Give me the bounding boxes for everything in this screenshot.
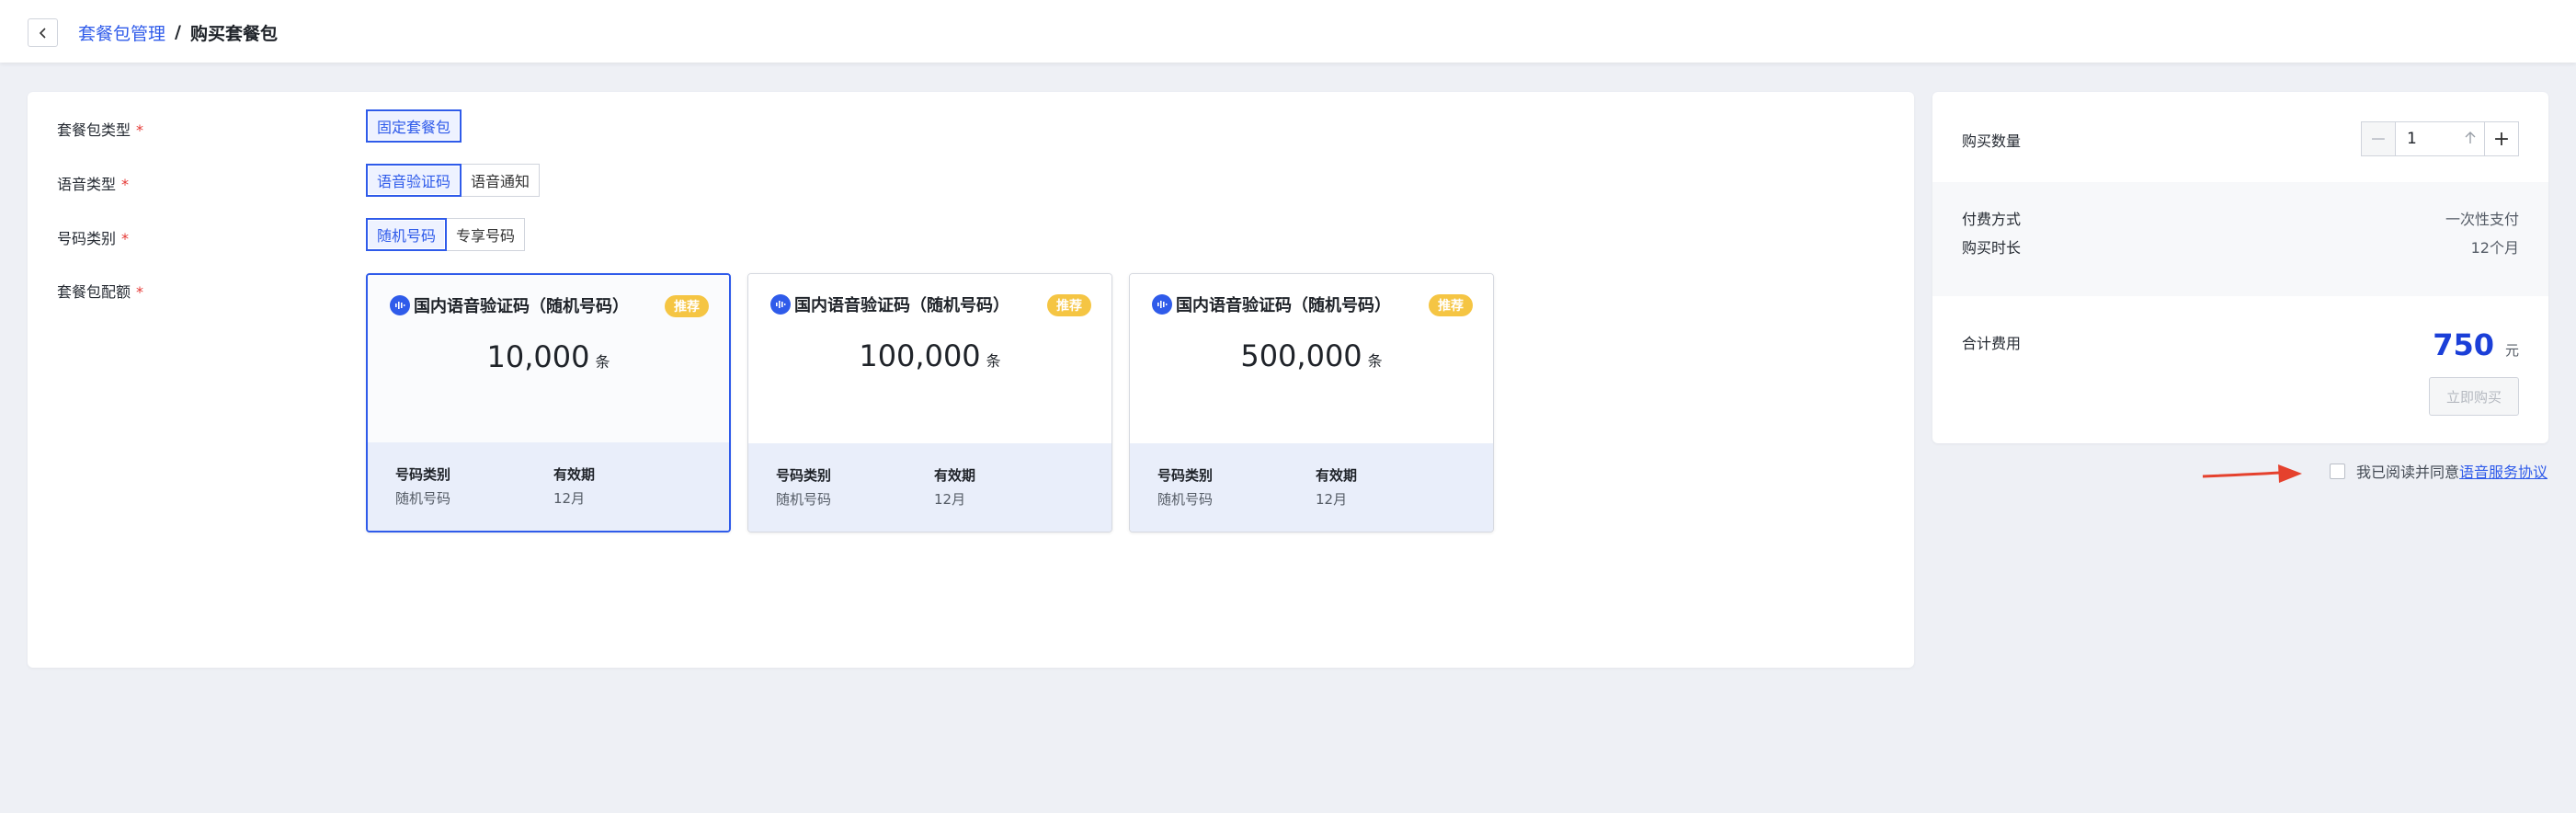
breadcrumb-separator: / xyxy=(175,22,181,42)
card-amount-unit: 条 xyxy=(595,353,610,371)
card-amount: 10,000 条 xyxy=(368,339,729,374)
card-title: 国内语音验证码（随机号码） xyxy=(390,293,629,317)
meta-validity-key: 有效期 xyxy=(934,467,976,484)
buy-now-button[interactable]: 立即购买 xyxy=(2429,377,2519,416)
back-button[interactable] xyxy=(28,18,58,47)
card-amount-value: 10,000 xyxy=(486,339,590,374)
meta-validity-value: 12月 xyxy=(1316,491,1348,508)
page-header: 套餐包管理 / 购买套餐包 xyxy=(0,0,2576,63)
agreement-text: 我已阅读并同意 xyxy=(2356,464,2460,481)
breadcrumb-current: 购买套餐包 xyxy=(189,23,278,44)
option-random-number[interactable]: 随机号码 xyxy=(366,218,448,251)
option-voice-code[interactable]: 语音验证码 xyxy=(366,164,462,197)
card-amount-value: 100,000 xyxy=(859,338,981,373)
card-amount: 100,000 条 xyxy=(748,338,1111,373)
duration-value: 12个月 xyxy=(2470,239,2519,257)
payment-method-label: 付费方式 xyxy=(1962,211,2022,228)
package-type-label: 套餐包类型 * xyxy=(57,118,143,140)
card-title: 国内语音验证码（随机号码） xyxy=(770,292,1009,316)
meta-number-type-key: 号码类别 xyxy=(1157,467,1214,484)
option-voice-notice[interactable]: 语音通知 xyxy=(462,164,541,197)
quantity-label: 购买数量 xyxy=(1962,132,2022,150)
required-mark: * xyxy=(121,230,130,247)
voice-wave-icon xyxy=(770,294,791,315)
quota-label-text: 套餐包配额 xyxy=(57,283,131,301)
card-amount-unit: 条 xyxy=(1367,352,1383,370)
chevron-left-icon xyxy=(39,27,46,39)
meta-number-type-key: 号码类别 xyxy=(395,466,451,483)
total-amount: 750 xyxy=(2433,327,2494,362)
agreement-checkbox[interactable] xyxy=(2330,463,2345,479)
duration-label: 购买时长 xyxy=(1962,239,2022,257)
meta-validity-key: 有效期 xyxy=(553,466,596,483)
quantity-minus-button[interactable]: − xyxy=(2361,121,2396,156)
card-meta: 号码类别 随机号码 有效期 12月 xyxy=(368,442,729,531)
voice-wave-icon xyxy=(1152,294,1172,315)
required-mark: * xyxy=(136,283,144,301)
meta-number-type-value: 随机号码 xyxy=(776,491,832,508)
package-card-2[interactable]: 国内语音验证码（随机号码） 推荐 100,000 条 号码类别 随机号码 有效期 … xyxy=(747,273,1112,532)
card-title-text: 国内语音验证码（随机号码） xyxy=(414,297,629,316)
package-card-3[interactable]: 国内语音验证码（随机号码） 推荐 500,000 条 号码类别 随机号码 有效期 … xyxy=(1129,273,1494,532)
card-title: 国内语音验证码（随机号码） xyxy=(1152,292,1391,316)
meta-validity-value: 12月 xyxy=(553,490,586,507)
service-agreement-link[interactable]: 语音服务协议 xyxy=(2459,460,2548,482)
voice-type-label-text: 语音类型 xyxy=(57,176,117,193)
meta-validity-value: 12月 xyxy=(934,491,966,508)
order-details: 付费方式 一次性支付 购买时长 12个月 xyxy=(1932,182,2548,296)
meta-validity-key: 有效期 xyxy=(1316,467,1358,484)
purchase-form-panel: 套餐包类型 * 固定套餐包 语音类型 * 语音验证码 语音通知 号码类别 * 随机号码… xyxy=(28,92,1914,668)
total-unit: 元 xyxy=(2504,342,2519,359)
number-type-label-text: 号码类别 xyxy=(57,230,117,247)
required-mark: * xyxy=(136,121,144,139)
recommend-badge: 推荐 xyxy=(665,295,709,317)
card-title-text: 国内语音验证码（随机号码） xyxy=(794,296,1009,315)
recommend-badge: 推荐 xyxy=(1047,294,1091,316)
number-type-label: 号码类别 * xyxy=(57,226,129,248)
meta-number-type-value: 随机号码 xyxy=(1157,491,1214,508)
quantity-input-wrap xyxy=(2396,121,2484,156)
card-amount: 500,000 条 xyxy=(1130,338,1493,373)
card-amount-unit: 条 xyxy=(986,352,1001,370)
voice-type-label: 语音类型 * xyxy=(57,172,129,194)
card-meta: 号码类别 随机号码 有效期 12月 xyxy=(748,443,1111,532)
order-summary-panel: 购买数量 − + 付费方式 一次性支付 购买时长 12个月 合计费用 750 元… xyxy=(1932,92,2548,443)
package-type-options: 固定套餐包 xyxy=(366,109,462,143)
voice-wave-icon xyxy=(390,295,410,315)
required-mark: * xyxy=(121,176,130,193)
meta-number-type-key: 号码类别 xyxy=(776,467,832,484)
card-title-text: 国内语音验证码（随机号码） xyxy=(1176,296,1391,315)
package-type-label-text: 套餐包类型 xyxy=(57,121,131,139)
total-label: 合计费用 xyxy=(1962,335,2022,352)
card-meta: 号码类别 随机号码 有效期 12月 xyxy=(1130,443,1493,532)
red-arrow-annotation xyxy=(2202,464,2302,483)
total-price: 750 元 xyxy=(2433,327,2519,362)
recommend-badge: 推荐 xyxy=(1429,294,1473,316)
breadcrumb: 套餐包管理 / 购买套餐包 xyxy=(78,20,278,44)
arrow-up-icon xyxy=(2465,132,2476,143)
breadcrumb-parent-link[interactable]: 套餐包管理 xyxy=(78,20,165,45)
card-amount-value: 500,000 xyxy=(1240,338,1362,373)
quota-label: 套餐包配额 * xyxy=(57,280,143,302)
meta-number-type-value: 随机号码 xyxy=(395,490,451,507)
quantity-plus-button[interactable]: + xyxy=(2484,121,2519,156)
voice-type-options: 语音验证码 语音通知 xyxy=(366,164,541,197)
option-dedicated-number[interactable]: 专享号码 xyxy=(447,218,526,251)
quantity-stepper: − + xyxy=(2361,121,2519,156)
agreement-row: 我已阅读并同意 语音服务协议 xyxy=(2330,460,2548,482)
number-type-options: 随机号码 专享号码 xyxy=(366,218,526,251)
payment-method-value: 一次性支付 xyxy=(2445,211,2519,228)
option-fixed-package[interactable]: 固定套餐包 xyxy=(366,109,462,143)
package-card-1[interactable]: 国内语音验证码（随机号码） 推荐 10,000 条 号码类别 随机号码 有效期 1… xyxy=(366,273,731,532)
